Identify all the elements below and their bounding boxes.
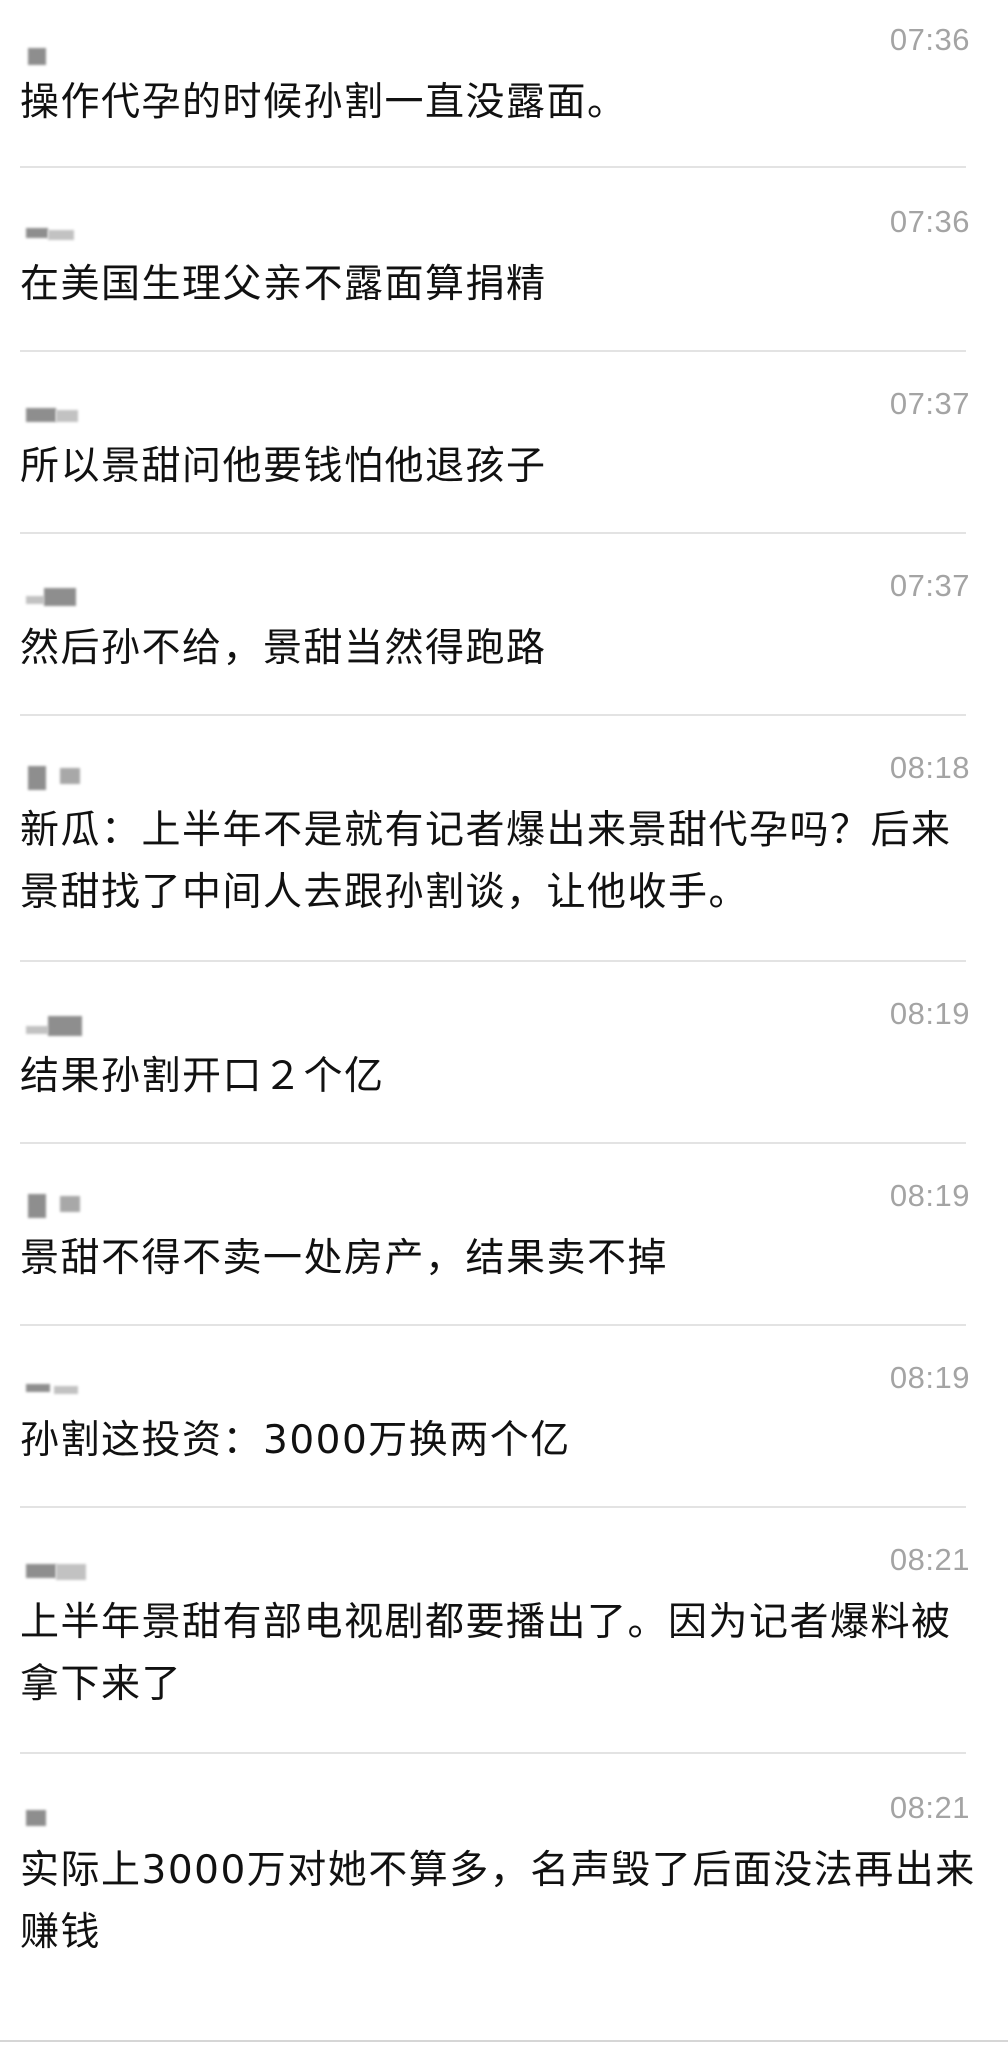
sender-name-redacted xyxy=(24,1014,94,1040)
message-text: 上半年景甜有部电视剧都要播出了。因为记者爆料被拿下来了 xyxy=(20,1600,952,1707)
sender-name-redacted xyxy=(24,586,94,612)
message-time: 07:37 xyxy=(889,568,970,603)
message-time: 08:21 xyxy=(889,1542,970,1577)
sender-name-redacted xyxy=(24,1808,94,1834)
divider xyxy=(20,1324,966,1326)
message-text: 结果孙割开口２个亿 xyxy=(20,1054,385,1099)
sender-name-redacted xyxy=(24,1378,94,1404)
message-text: 在美国生理父亲不露面算捐精 xyxy=(20,262,547,307)
sender-name-redacted xyxy=(24,222,94,248)
divider xyxy=(20,1752,966,1754)
sender-name-redacted xyxy=(24,404,94,430)
message-time: 08:19 xyxy=(889,1360,970,1395)
sender-name-redacted xyxy=(24,44,94,70)
message-time: 08:19 xyxy=(889,996,970,1031)
message-text: 孙割这投资：3000万换两个亿 xyxy=(20,1418,571,1463)
divider xyxy=(20,714,966,716)
divider xyxy=(20,960,966,962)
message-text: 实际上3000万对她不算多，名声毁了后面没法再出来赚钱 xyxy=(20,1848,976,1955)
message-text: 所以景甜问他要钱怕他退孩子 xyxy=(20,444,547,489)
divider xyxy=(20,1142,966,1144)
sender-name-redacted xyxy=(24,766,94,792)
message-time: 07:37 xyxy=(889,386,970,421)
divider xyxy=(20,1506,966,1508)
message-time: 07:36 xyxy=(889,204,970,239)
message-text: 景甜不得不卖一处房产，结果卖不掉 xyxy=(20,1236,669,1281)
sender-name-redacted xyxy=(24,1560,94,1586)
message-time: 08:18 xyxy=(889,750,970,785)
message-time: 07:36 xyxy=(889,22,970,57)
message-text: 然后孙不给，景甜当然得跑路 xyxy=(20,626,547,671)
message-time: 08:19 xyxy=(889,1178,970,1213)
divider xyxy=(0,2040,1008,2042)
message-text: 操作代孕的时候孙割一直没露面。 xyxy=(20,80,628,125)
sender-name-redacted xyxy=(24,1194,94,1220)
divider xyxy=(20,350,966,352)
message-time: 08:21 xyxy=(889,1790,970,1825)
divider xyxy=(20,532,966,534)
message-text: 新瓜：上半年不是就有记者爆出来景甜代孕吗？后来景甜找了中间人去跟孙割谈，让他收手… xyxy=(20,808,952,915)
divider xyxy=(20,166,966,168)
